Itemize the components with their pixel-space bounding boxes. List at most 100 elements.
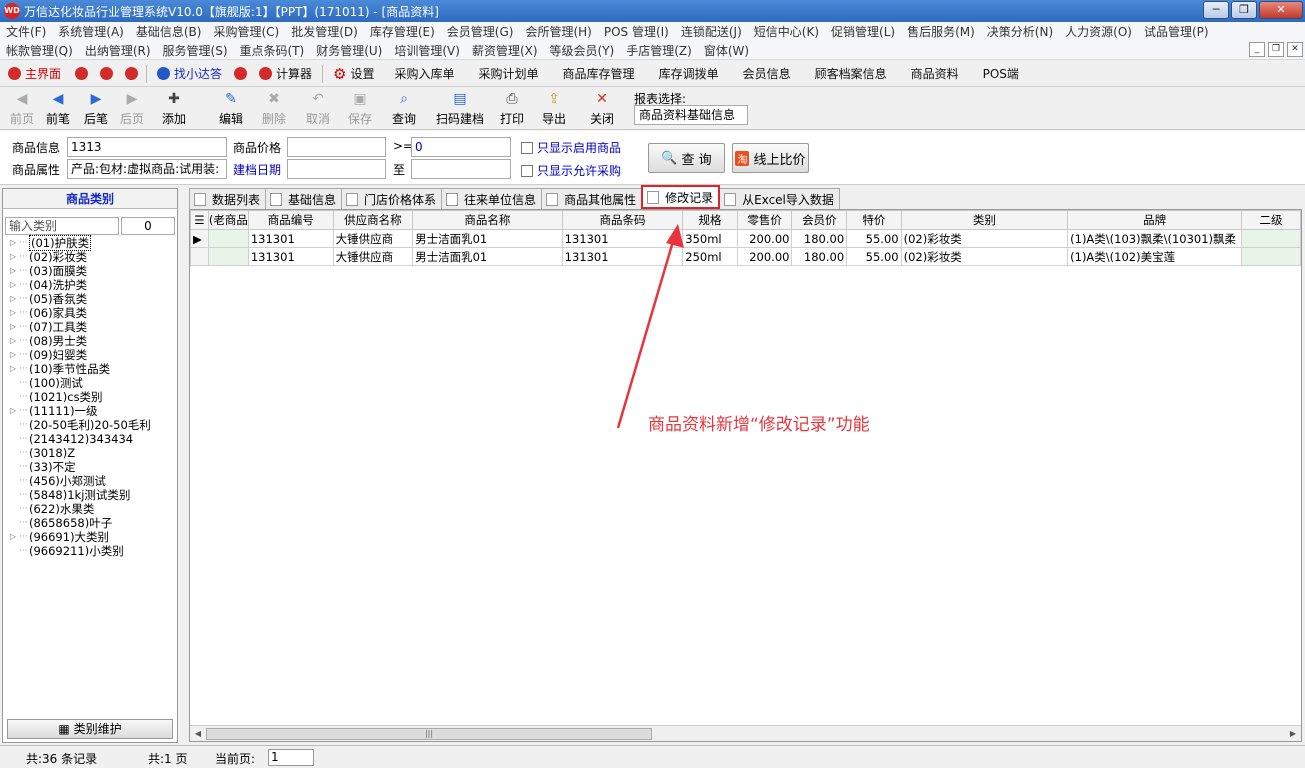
column-header[interactable]: 商品名称 [412, 210, 563, 230]
table-cell[interactable]: 男士洁面乳01 [412, 229, 563, 248]
column-header[interactable]: 商品条码 [561, 210, 684, 230]
expand-icon[interactable]: ▷ [7, 530, 19, 544]
menu-item-1[interactable]: 系统管理(A) [52, 23, 130, 40]
mdi-minimize-button[interactable]: _ [1249, 42, 1265, 57]
category-tree-item[interactable]: ▷ ··· (04)洗护类 [7, 278, 177, 292]
category-tree-item[interactable]: ▷ ··· (07)工具类 [7, 320, 177, 334]
column-header[interactable]: 零售价 [736, 210, 793, 230]
menu-item-row2-9[interactable]: 窗体(W) [698, 42, 755, 59]
category-tree-item[interactable]: ··· (5848)1kj测试类别 [7, 488, 177, 502]
table-cell[interactable] [1241, 229, 1301, 248]
table-cell[interactable]: 大锤供应商 [332, 247, 414, 266]
product-info-input[interactable]: 1313 [67, 137, 227, 157]
menu-item-12[interactable]: 售后服务(M) [901, 23, 981, 40]
expand-icon[interactable]: ▷ [7, 306, 19, 320]
tab-0[interactable]: 数据列表 [189, 188, 267, 209]
column-header[interactable]: 二级 [1241, 210, 1301, 230]
price-min-input[interactable]: 0 [411, 137, 511, 157]
category-tree-item[interactable]: ··· (2143412)343434 [7, 432, 177, 446]
category-tree-item[interactable]: ▷ ··· (01)护肤类 [7, 235, 177, 251]
quick-link[interactable]: 采购入库单 [383, 65, 467, 82]
mdi-close-button[interactable]: ✕ [1287, 42, 1303, 57]
table-cell[interactable]: 180.00 [791, 247, 848, 266]
expand-icon[interactable]: ▷ [7, 264, 19, 278]
scroll-left-icon[interactable]: ◀ [191, 727, 205, 741]
table-cell[interactable]: 131301 [247, 229, 334, 248]
quick-link[interactable]: 商品库存管理 [551, 65, 647, 82]
table-cell[interactable]: 350ml [682, 229, 738, 248]
category-tree-item[interactable]: ··· (1021)cs类别 [7, 390, 177, 404]
menu-item-13[interactable]: 决策分析(N) [981, 23, 1059, 40]
table-cell[interactable]: 男士洁面乳01 [412, 247, 563, 266]
menu-item-9[interactable]: 连锁配送(J) [675, 23, 748, 40]
table-cell[interactable]: 55.00 [846, 229, 902, 248]
date-from-input[interactable] [287, 159, 386, 179]
scroll-thumb[interactable]: ||| [206, 728, 652, 740]
menu-item-6[interactable]: 会员管理(G) [441, 23, 520, 40]
table-row[interactable]: ▶ 131301 大锤供应商 男士洁面乳01 131301 350ml 200.00 180.… [190, 229, 1301, 248]
menu-item-2[interactable]: 基础信息(B) [130, 23, 208, 40]
lock-button[interactable] [69, 67, 94, 80]
table-cell[interactable]: (02)彩妆类 [900, 247, 1069, 266]
table-cell[interactable]: 大锤供应商 [332, 229, 414, 248]
table-cell[interactable]: 55.00 [846, 247, 902, 266]
menu-item-4[interactable]: 批发管理(D) [285, 23, 364, 40]
only-purchase-checkbox[interactable]: 只显示允许采购 [521, 162, 621, 179]
category-tree-item[interactable]: ▷ ··· (03)面膜类 [7, 264, 177, 278]
tab-4[interactable]: 商品其他属性 [541, 188, 643, 209]
minimize-button[interactable]: ─ [1203, 1, 1229, 19]
category-tree-item[interactable]: ▷ ··· (10)季节性品类 [7, 362, 177, 376]
expand-icon[interactable]: ▷ [7, 250, 19, 264]
expand-icon[interactable]: ▷ [7, 362, 19, 376]
column-header[interactable]: 类别 [900, 210, 1069, 230]
category-tree-item[interactable]: ▷ ··· (96691)大类别 [7, 530, 177, 544]
column-header[interactable]: 品牌 [1067, 210, 1243, 230]
expand-icon[interactable]: ▷ [7, 334, 19, 348]
category-tree-item[interactable]: ▷ ··· (06)家具类 [7, 306, 177, 320]
menu-item-10[interactable]: 短信中心(K) [748, 23, 825, 40]
menu-item-11[interactable]: 促销管理(L) [825, 23, 901, 40]
date-to-input[interactable] [411, 159, 511, 179]
table-cell[interactable] [207, 229, 249, 248]
product-attr-input[interactable]: 产品:包材:虚拟商品:试用装: [67, 159, 227, 179]
category-search-input[interactable]: 输入类别 [5, 217, 119, 235]
toolbar-button-3[interactable]: ▶ 后页 [120, 88, 144, 130]
table-cell[interactable]: (1)A类\(103)飘柔\(10301)飘柔 [1067, 229, 1243, 248]
category-tree-item[interactable]: ··· (456)小郑测试 [7, 474, 177, 488]
quick-link[interactable]: 商品资料 [899, 65, 971, 82]
toolbar-button-7[interactable]: ↶ 取消 [306, 88, 330, 130]
quick-link[interactable]: POS端 [971, 65, 1031, 82]
toolbar-button-1[interactable]: ◀ 前笔 [46, 88, 70, 130]
toolbar-button-10[interactable]: ▤ 扫码建档 [436, 88, 484, 130]
category-tree-item[interactable]: ··· (9669211)小类别 [7, 544, 177, 558]
main-screen-button[interactable]: 主界面 [0, 65, 69, 82]
expand-icon[interactable]: ▷ [7, 348, 19, 362]
column-header[interactable]: ☰ [190, 210, 209, 230]
toolbar-button-2[interactable]: ▶ 后笔 [84, 88, 108, 130]
column-header[interactable]: 供应商名称 [332, 210, 414, 230]
tab-2[interactable]: 门店价格体系 [341, 188, 443, 209]
table-cell[interactable] [1241, 247, 1301, 266]
quick-link[interactable]: 库存调拨单 [647, 65, 731, 82]
toolbar-button-6[interactable]: ✖ 删除 [262, 88, 286, 130]
menu-item-14[interactable]: 人力资源(O) [1059, 23, 1138, 40]
column-header[interactable]: 会员价 [791, 210, 848, 230]
menu-item-row2-2[interactable]: 服务管理(S) [157, 42, 234, 59]
horizontal-scrollbar[interactable]: ◀ ||| ▶ [190, 725, 1301, 741]
expand-icon[interactable]: ▷ [7, 278, 19, 292]
category-tree-item[interactable]: ··· (8658658)叶子 [7, 516, 177, 530]
category-tree-item[interactable]: ▷ ··· (02)彩妆类 [7, 250, 177, 264]
current-page-input[interactable]: 1 [268, 749, 314, 766]
query-button[interactable]: 🔍 查 询 [648, 143, 725, 173]
online-compare-button[interactable]: 淘线上比价 [732, 143, 809, 173]
close-window-button[interactable]: ✕ [1259, 1, 1303, 19]
quick-link[interactable]: 会员信息 [731, 65, 803, 82]
column-header[interactable]: 商品编号 [247, 210, 334, 230]
calculator-button[interactable]: 计算器 [251, 65, 320, 82]
tab-6[interactable]: 从Excel导入数据 [719, 188, 840, 209]
tab-1[interactable]: 基础信息 [265, 188, 343, 209]
menu-item-row2-4[interactable]: 财务管理(U) [310, 42, 388, 59]
category-maintain-button[interactable]: ▦ 类别维护 [7, 719, 173, 739]
toolbar-button-11[interactable]: ⎙ 打印 [500, 88, 524, 130]
table-cell[interactable]: 131301 [561, 247, 684, 266]
